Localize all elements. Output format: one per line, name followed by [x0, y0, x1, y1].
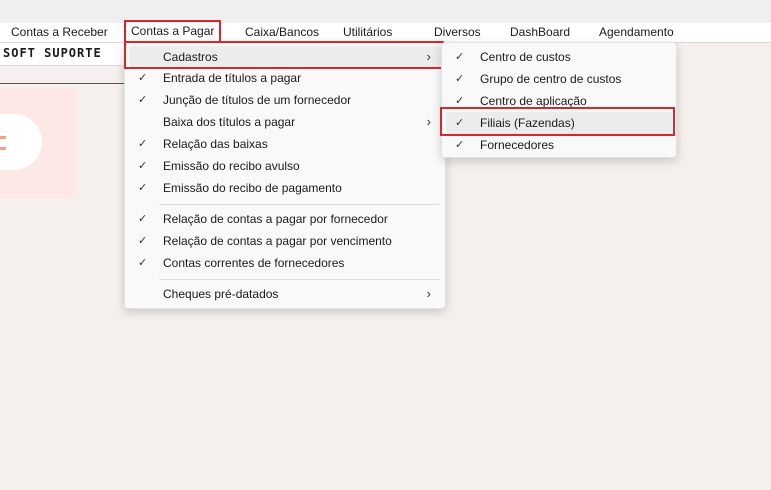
menu-item-label: Relação das baixas — [163, 137, 268, 151]
menu-item-label: Grupo de centro de custos — [480, 72, 622, 86]
menu-item-label: Relação de contas a pagar por vencimento — [163, 234, 392, 248]
cadastros-submenu: ✓ Centro de custos ✓ Grupo de centro de … — [441, 42, 677, 158]
logo — [0, 88, 78, 198]
check-icon: ✓ — [138, 182, 148, 194]
menu-contas-a-receber[interactable]: Contas a Receber — [11, 25, 108, 40]
menu-item-label: Centro de custos — [480, 50, 571, 64]
user-label: SOFT SUPORTE — [3, 46, 102, 60]
logo-mark — [0, 136, 6, 139]
check-icon: ✓ — [138, 72, 148, 84]
highlight-filiais — [440, 107, 675, 136]
menu-item-label: Emissão do recibo avulso — [163, 159, 300, 173]
check-icon: ✓ — [138, 213, 148, 225]
menu-item-label: Emissão do recibo de pagamento — [163, 181, 342, 195]
check-icon: ✓ — [455, 139, 465, 151]
menu-separator — [159, 204, 439, 205]
menu-item-baixa-titulos[interactable]: Baixa dos títulos a pagar › — [129, 111, 441, 133]
check-icon: ✓ — [455, 51, 465, 63]
menu-caixa-bancos[interactable]: Caixa/Bancos — [245, 25, 319, 40]
menu-item-label: Entrada de títulos a pagar — [163, 71, 302, 85]
menu-item-label: Fornecedores — [480, 138, 555, 152]
menu-item-juncao-titulos[interactable]: ✓ Junção de títulos de um fornecedor — [129, 89, 441, 111]
menu-contas-a-pagar[interactable]: Contas a Pagar — [124, 20, 222, 43]
title-strip — [0, 0, 771, 23]
highlight-cadastros — [124, 41, 444, 69]
menu-item-cheques[interactable]: Cheques pré-datados › — [129, 283, 441, 305]
check-icon: ✓ — [138, 94, 148, 106]
menu-utilitarios[interactable]: Utilitários — [343, 25, 392, 40]
menu-agendamento[interactable]: Agendamento — [599, 25, 674, 40]
menu-diversos[interactable]: Diversos — [434, 25, 481, 40]
menu-item-label: Relação de contas a pagar por fornecedor — [163, 212, 388, 226]
menu-item-contas-correntes[interactable]: ✓ Contas correntes de fornecedores — [129, 252, 441, 274]
menu-item-entrada-titulos[interactable]: ✓ Entrada de títulos a pagar — [129, 67, 441, 89]
check-icon: ✓ — [455, 73, 465, 85]
submenu-item-centro-custos[interactable]: ✓ Centro de custos — [446, 46, 672, 68]
menu-item-recibo-pagamento[interactable]: ✓ Emissão do recibo de pagamento — [129, 177, 441, 199]
menu-item-recibo-avulso[interactable]: ✓ Emissão do recibo avulso — [129, 155, 441, 177]
menu-dashboard[interactable]: DashBoard — [510, 25, 570, 40]
logo-shape — [0, 114, 42, 170]
menu-item-relacao-vencimento[interactable]: ✓ Relação de contas a pagar por vencimen… — [129, 230, 441, 252]
menu-item-label: Contas correntes de fornecedores — [163, 256, 345, 270]
chevron-right-icon: › — [426, 114, 431, 129]
menu-item-relacao-baixas[interactable]: ✓ Relação das baixas — [129, 133, 441, 155]
menu-item-label: Junção de títulos de um fornecedor — [163, 93, 352, 107]
divider — [0, 83, 125, 84]
menu-item-label: Cheques pré-datados — [163, 287, 279, 301]
user-bar: SOFT SUPORTE — [0, 43, 125, 66]
menu-separator — [159, 279, 439, 280]
submenu-item-grupo-centro-custos[interactable]: ✓ Grupo de centro de custos — [446, 68, 672, 90]
contas-a-pagar-menu: Cadastros › ✓ Entrada de títulos a pagar… — [124, 42, 446, 309]
submenu-item-fornecedores[interactable]: ✓ Fornecedores — [446, 134, 672, 156]
check-icon: ✓ — [138, 160, 148, 172]
chevron-right-icon: › — [426, 286, 431, 301]
menu-item-label: Baixa dos títulos a pagar — [163, 115, 296, 129]
menu-bar: Contas a Receber Contas a Pagar Caixa/Ba… — [0, 20, 771, 43]
menu-item-relacao-fornecedor[interactable]: ✓ Relação de contas a pagar por forneced… — [129, 208, 441, 230]
check-icon: ✓ — [138, 257, 148, 269]
check-icon: ✓ — [138, 235, 148, 247]
check-icon: ✓ — [138, 138, 148, 150]
